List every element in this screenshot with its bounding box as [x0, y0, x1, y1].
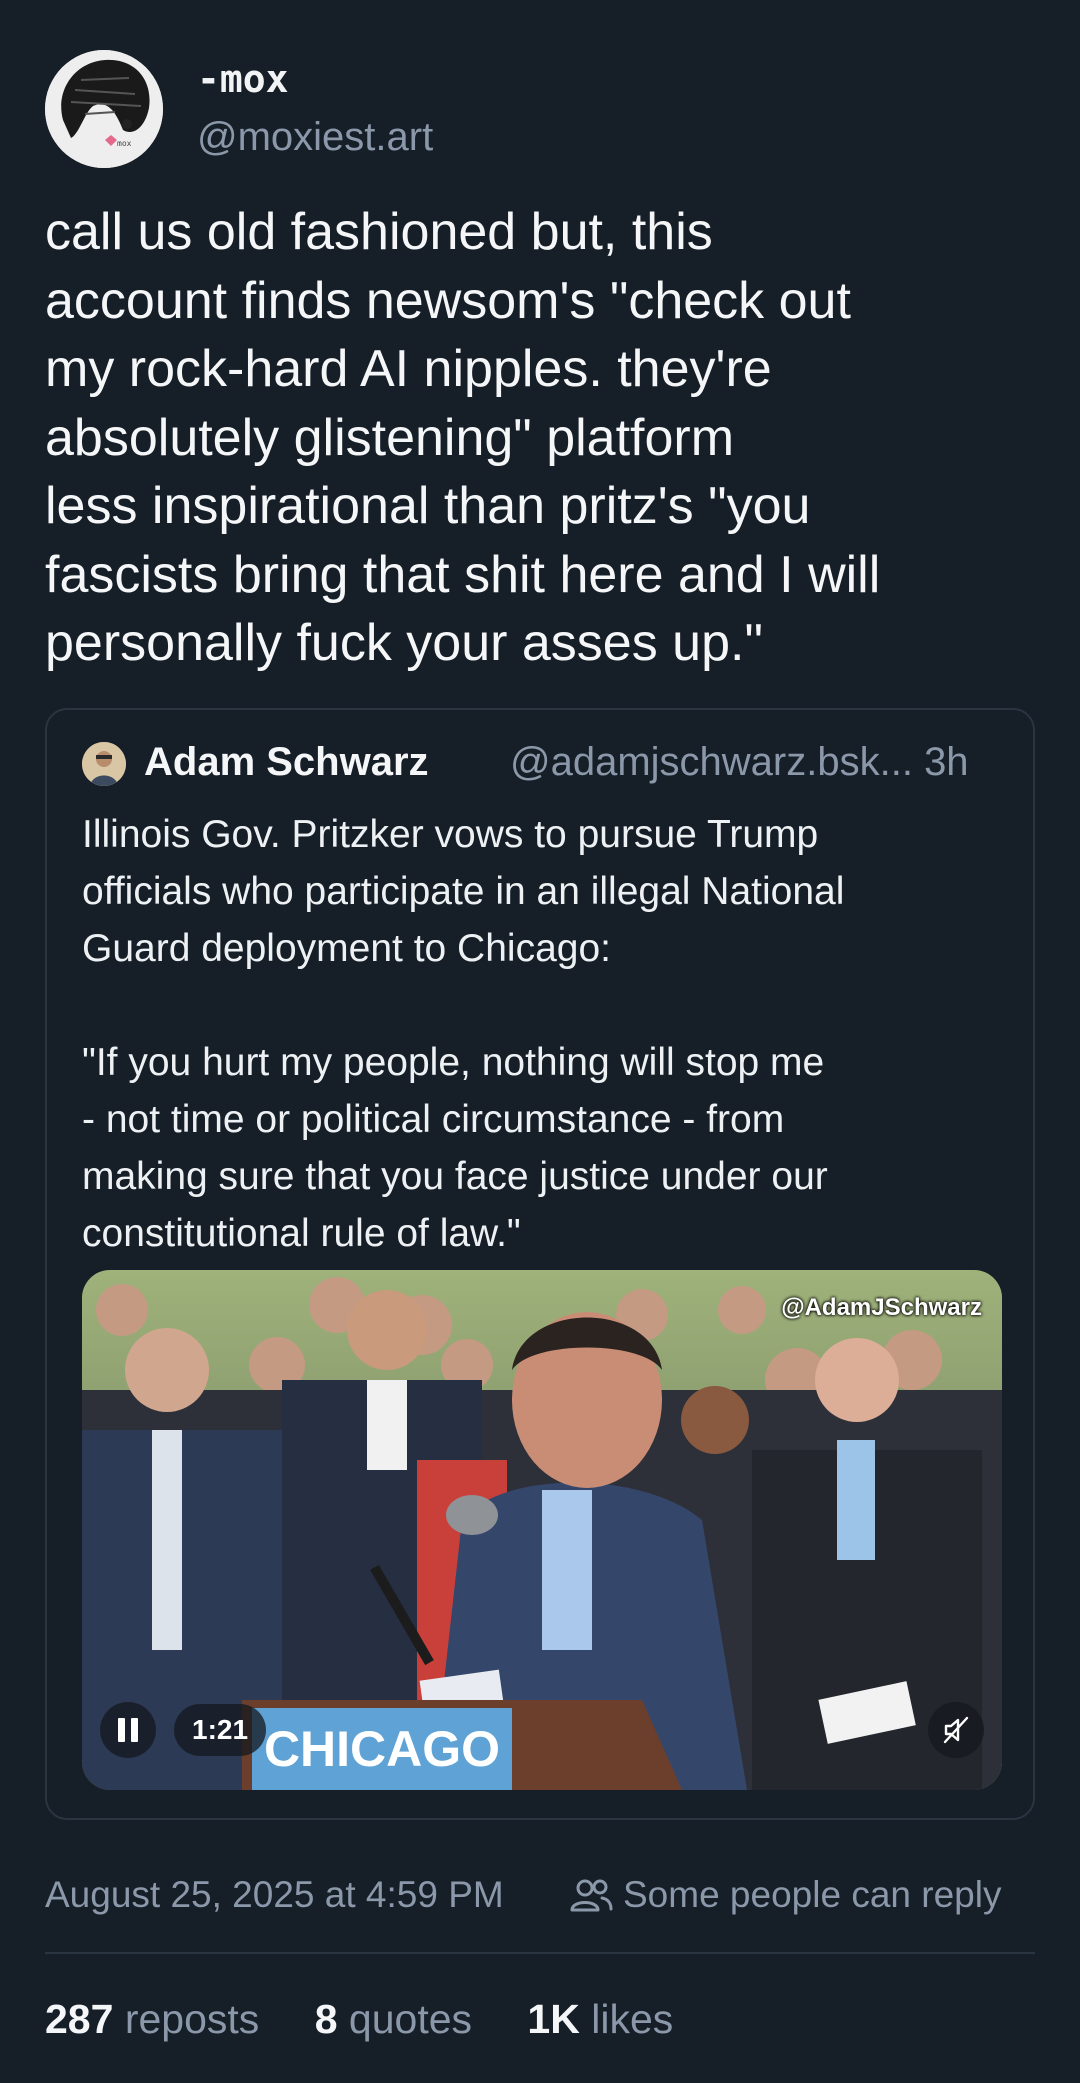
post-stats: 287 reposts 8 quotes 1K likes: [45, 1996, 717, 2043]
quoted-author-handle-time[interactable]: @adamjschwarz.bsk... 3h: [510, 740, 969, 785]
quoted-author-avatar[interactable]: [82, 742, 126, 786]
quotes-count: 8: [314, 1996, 338, 2042]
quoted-post-header: Adam Schwarz @adamjschwarz.bsk... 3h: [82, 740, 1012, 790]
video-player[interactable]: CHICAGO @AdamJSchwarz 1:21: [82, 1270, 1002, 1790]
post-header: mox -mox @moxiest.art: [45, 45, 1035, 168]
post-timestamp: August 25, 2025 at 4:59 PM: [45, 1874, 504, 1915]
video-duration: 1:21: [174, 1704, 267, 1756]
reposts-count: 287: [45, 1996, 114, 2042]
people-icon: [570, 1879, 613, 1912]
likes-count: 1K: [527, 1996, 580, 2042]
likes-label: likes: [591, 1996, 674, 2042]
quoted-post-card[interactable]: Adam Schwarz @adamjschwarz.bsk... 3h Ill…: [45, 708, 1035, 1820]
author-display-name[interactable]: -mox: [197, 57, 289, 101]
post-text: call us old fashioned but, this account …: [45, 203, 881, 672]
pause-button[interactable]: [100, 1702, 156, 1758]
post-meta: August 25, 2025 at 4:59 PM Some people c…: [45, 1868, 1045, 1924]
pause-icon: [118, 1718, 125, 1742]
quoted-post-text: Illinois Gov. Pritzker vows to pursue Tr…: [82, 813, 845, 1255]
svg-text:mox: mox: [117, 139, 132, 148]
mute-button[interactable]: [928, 1702, 984, 1758]
quotes-label: quotes: [348, 1996, 473, 2042]
podium-sign: CHICAGO: [264, 1721, 500, 1777]
author-handle[interactable]: @moxiest.art: [197, 115, 433, 160]
likes-stat[interactable]: 1K likes: [527, 1996, 673, 2043]
video-watermark: @AdamJSchwarz: [781, 1294, 982, 1321]
reposts-stat[interactable]: 287 reposts: [45, 1996, 259, 2043]
quotes-stat[interactable]: 8 quotes: [315, 1996, 472, 2043]
speaker-muted-icon: [943, 1716, 969, 1744]
reply-setting[interactable]: Some people can reply: [623, 1874, 1001, 1916]
quoted-author-name[interactable]: Adam Schwarz: [144, 740, 429, 785]
reposts-label: reposts: [124, 1996, 260, 2042]
divider: [45, 1952, 1035, 1954]
author-avatar[interactable]: mox: [45, 50, 163, 168]
